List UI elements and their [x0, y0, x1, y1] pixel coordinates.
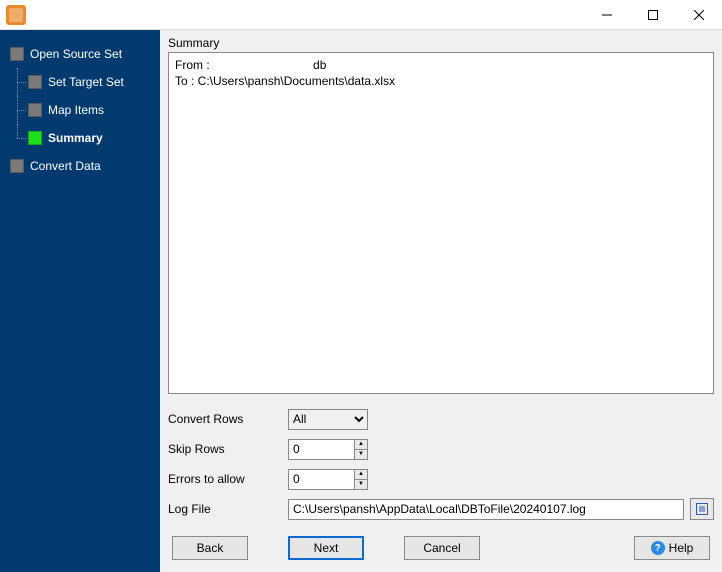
skip-rows-input[interactable]	[289, 440, 354, 459]
options-form: Convert Rows All Skip Rows ▲ ▼ Errors to…	[160, 400, 722, 526]
log-file-label: Log File	[168, 502, 288, 516]
close-button[interactable]	[676, 0, 722, 30]
sidebar-item-label: Set Target Set	[48, 75, 124, 89]
convert-rows-select[interactable]: All	[288, 409, 368, 430]
skip-rows-spinner[interactable]: ▲ ▼	[288, 439, 368, 460]
help-icon: ?	[651, 541, 665, 555]
step-box-icon	[28, 103, 42, 117]
app-icon	[6, 5, 26, 25]
maximize-button[interactable]	[630, 0, 676, 30]
wizard-button-bar: Back Next Cancel ? Help	[160, 526, 722, 572]
sidebar-item-label: Open Source Set	[30, 47, 122, 61]
sidebar-item-open-source-set[interactable]: Open Source Set	[0, 40, 160, 68]
sidebar-item-label: Summary	[48, 131, 103, 145]
errors-allow-label: Errors to allow	[168, 472, 288, 486]
skip-rows-label: Skip Rows	[168, 442, 288, 456]
spinner-down-icon[interactable]: ▼	[355, 480, 367, 489]
browse-icon	[695, 502, 709, 516]
next-button[interactable]: Next	[288, 536, 364, 560]
minimize-button[interactable]	[584, 0, 630, 30]
sidebar-item-label: Map Items	[48, 103, 104, 117]
log-file-input[interactable]	[288, 499, 684, 520]
spinner-down-icon[interactable]: ▼	[355, 450, 367, 459]
help-button[interactable]: ? Help	[634, 536, 710, 560]
errors-allow-spinner[interactable]: ▲ ▼	[288, 469, 368, 490]
summary-group-label: Summary	[160, 30, 722, 52]
step-box-icon	[28, 75, 42, 89]
sidebar-item-convert-data[interactable]: Convert Data	[0, 152, 160, 180]
sidebar-item-label: Convert Data	[30, 159, 101, 173]
summary-textarea[interactable]: From : db To : C:\Users\pansh\Documents\…	[168, 52, 714, 394]
step-box-icon	[10, 159, 24, 173]
log-file-browse-button[interactable]	[690, 498, 714, 520]
sidebar-item-summary[interactable]: Summary	[0, 124, 160, 152]
sidebar-item-map-items[interactable]: Map Items	[0, 96, 160, 124]
errors-allow-input[interactable]	[289, 470, 354, 489]
cancel-button[interactable]: Cancel	[404, 536, 480, 560]
step-box-icon	[28, 131, 42, 145]
main-panel: Summary From : db To : C:\Users\pansh\Do…	[160, 30, 722, 572]
sidebar-item-set-target-set[interactable]: Set Target Set	[0, 68, 160, 96]
spinner-up-icon[interactable]: ▲	[355, 470, 367, 480]
back-button[interactable]: Back	[172, 536, 248, 560]
wizard-sidebar: Open Source Set Set Target Set Map Items…	[0, 30, 160, 572]
convert-rows-label: Convert Rows	[168, 412, 288, 426]
titlebar	[0, 0, 722, 30]
help-button-label: Help	[669, 541, 694, 555]
step-box-icon	[10, 47, 24, 61]
spinner-up-icon[interactable]: ▲	[355, 440, 367, 450]
